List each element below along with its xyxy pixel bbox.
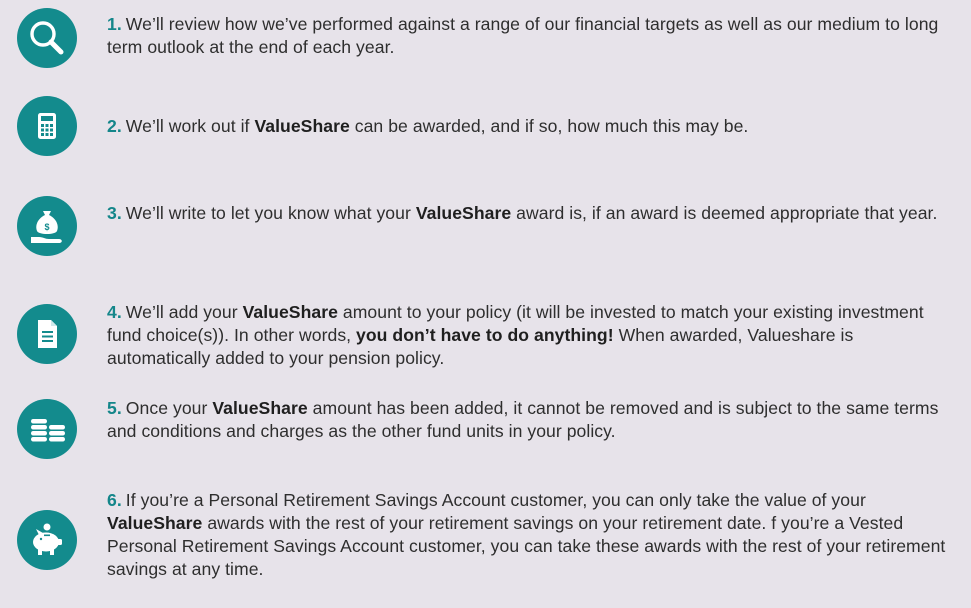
step-number: 5. [107, 398, 122, 418]
piggy-bank-icon [17, 510, 77, 570]
calculator-icon [17, 96, 77, 156]
step-2-text: 2. We’ll work out if ValueShare can be aw… [107, 116, 749, 136]
step-number: 2. [107, 116, 122, 136]
step-1-text: 1. We’ll review how we’ve performed again… [107, 14, 939, 57]
valueshare-term: ValueShare [242, 302, 338, 322]
step-number: 3. [107, 203, 122, 223]
valueshare-term: ValueShare [415, 203, 512, 223]
document-icon [17, 304, 77, 364]
step-6-text: 6. If you’re a Personal Retirement Saving… [107, 490, 946, 579]
money-bag-hand-icon: $ [17, 196, 77, 256]
step-3-text: 3. We’ll write to let you know what your … [107, 203, 938, 223]
svg-text:$: $ [44, 222, 49, 232]
magnifying-glass-icon [17, 8, 77, 68]
steps-list: 1. We’ll review how we’ve performed again… [0, 0, 971, 608]
valueshare-term: ValueShare [107, 513, 203, 533]
step-number: 4. [107, 302, 122, 322]
emphasis-text: you don’t have to do anything! [356, 325, 614, 345]
step-5-text: 5. Once your ValueShare amount has been a… [107, 398, 939, 441]
step-4-text: 4. We’ll add your ValueShare amount to yo… [107, 302, 924, 368]
step-number: 6. [107, 490, 122, 510]
step-number: 1. [107, 14, 122, 34]
valueshare-term: ValueShare [254, 116, 350, 136]
coin-stacks-icon [17, 399, 77, 459]
valueshare-term: ValueShare [212, 398, 308, 418]
